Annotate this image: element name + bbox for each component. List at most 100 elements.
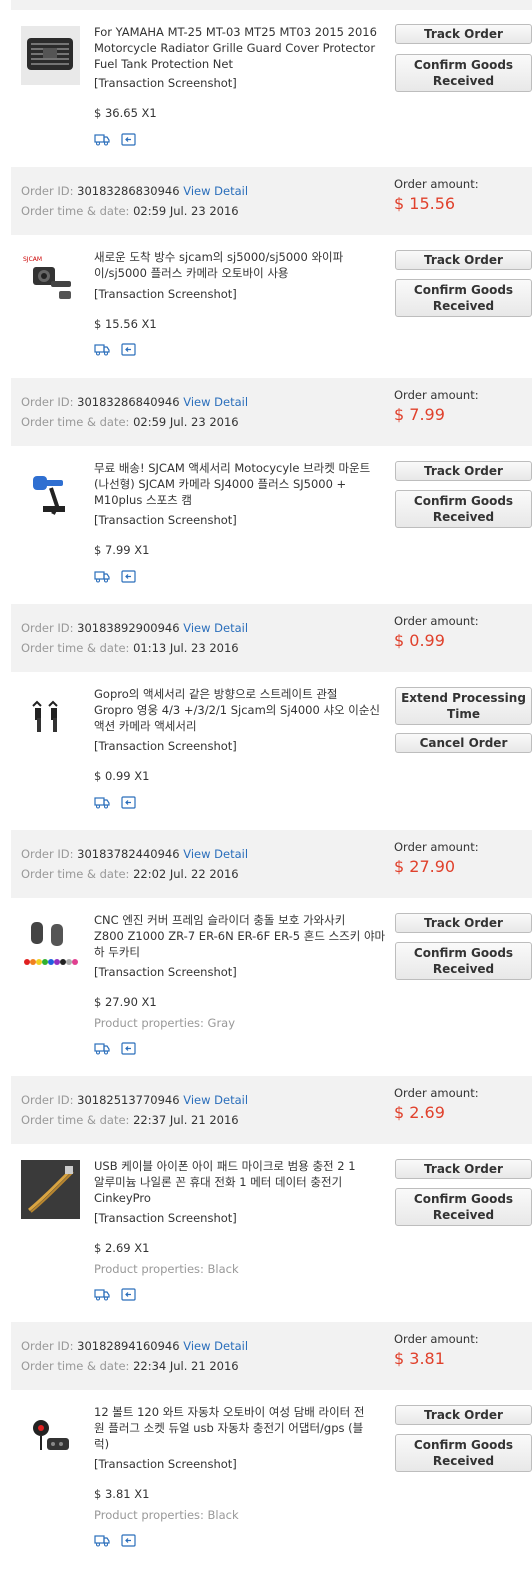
- order-time-value: 01:13 Jul. 23 2016: [133, 641, 239, 655]
- return-icon[interactable]: [121, 794, 136, 813]
- transaction-screenshot-link[interactable]: [Transaction Screenshot]: [94, 76, 237, 90]
- transaction-screenshot-link[interactable]: [Transaction Screenshot]: [94, 965, 237, 979]
- view-detail-link[interactable]: View Detail: [183, 395, 248, 409]
- view-detail-link[interactable]: View Detail: [183, 1339, 248, 1353]
- product-title[interactable]: 새로운 도착 방수 sjcam의 sj5000/sj5000 와이파 이/sj5…: [94, 249, 386, 281]
- confirm-goods-received-button[interactable]: Confirm Goods Received: [395, 54, 532, 92]
- product-title[interactable]: 무료 배송! SJCAM 액세서리 Motocycyle 브라켓 마운트 (나선…: [94, 460, 386, 508]
- track-order-button[interactable]: Track Order: [395, 1159, 532, 1179]
- return-icon[interactable]: [121, 1532, 136, 1551]
- track-order-button[interactable]: Track Order: [395, 1405, 532, 1425]
- transaction-screenshot-link[interactable]: [Transaction Screenshot]: [94, 1211, 237, 1225]
- product-title[interactable]: For YAMAHA MT-25 MT-03 MT25 MT03 2015 20…: [94, 24, 386, 72]
- order-id-line: Order ID: 30182513770946 View Detail: [21, 1093, 248, 1107]
- title-line[interactable]: CNC 엔진 커버 프레임 슬라이더 충돌 보호 가와사키: [94, 912, 386, 928]
- order-time-line: Order time & date: 22:37 Jul. 21 2016: [21, 1113, 239, 1127]
- properties-label: Product properties:: [94, 1016, 204, 1030]
- shipping-truck-icon[interactable]: [94, 794, 110, 813]
- title-line[interactable]: Gropro 영웅 4/3 +/3/2/1 Sjcam의 Sj4000 샤오 이…: [94, 702, 386, 718]
- product-thumbnail[interactable]: [21, 914, 80, 973]
- track-order-button[interactable]: Track Order: [395, 250, 532, 270]
- return-icon[interactable]: [121, 1286, 136, 1305]
- shipping-truck-icon[interactable]: [94, 341, 110, 360]
- transaction-screenshot-link[interactable]: [Transaction Screenshot]: [94, 739, 237, 753]
- product-price: $ 0.99 X1: [94, 769, 150, 783]
- product-thumbnail[interactable]: [21, 1160, 80, 1219]
- confirm-goods-received-button[interactable]: Confirm Goods Received: [395, 1434, 532, 1472]
- shipping-truck-icon[interactable]: [94, 1286, 110, 1305]
- order-amount-label: Order amount:: [394, 614, 479, 628]
- order-amount-value: $ 2.69: [394, 1103, 445, 1122]
- return-icon[interactable]: [121, 131, 136, 150]
- order-id-label: Order ID:: [21, 847, 74, 861]
- product-price: $ 3.81 X1: [94, 1487, 150, 1501]
- order-time-value: 22:34 Jul. 21 2016: [133, 1359, 239, 1373]
- confirm-goods-received-button[interactable]: Confirm Goods Received: [395, 279, 532, 317]
- confirm-goods-received-button[interactable]: Confirm Goods Received: [395, 1188, 532, 1226]
- product-thumbnail[interactable]: [21, 26, 80, 85]
- button-label: Received: [432, 962, 495, 976]
- product-title[interactable]: 12 볼트 120 와트 자동차 오토바이 여성 담배 라이터 전 원 플러그 …: [94, 1404, 386, 1452]
- order-id-value: 30182513770946: [77, 1093, 180, 1107]
- title-line[interactable]: Fuel Tank Protection Net: [94, 56, 386, 72]
- shipping-truck-icon[interactable]: [94, 1040, 110, 1059]
- product-thumbnail[interactable]: [21, 462, 80, 521]
- title-line[interactable]: 하 두카티: [94, 944, 386, 960]
- title-line[interactable]: USB 케이블 아이폰 아이 패드 마이크로 범용 충전 2 1: [94, 1158, 386, 1174]
- properties-value: Black: [207, 1508, 239, 1522]
- product-thumbnail[interactable]: SJCAM: [21, 251, 80, 310]
- extend-processing-time-button[interactable]: Extend Processing Time: [395, 687, 532, 725]
- title-line[interactable]: 이/sj5000 플러스 카메라 오토바이 사용: [94, 265, 386, 281]
- view-detail-link[interactable]: View Detail: [183, 184, 248, 198]
- title-line[interactable]: 액션 카메라 액세서리: [94, 718, 386, 734]
- title-line[interactable]: Gopro의 액세서리 같은 방향으로 스트레이트 관절: [94, 686, 386, 702]
- transaction-screenshot-link[interactable]: [Transaction Screenshot]: [94, 1457, 237, 1471]
- shipping-truck-icon[interactable]: [94, 568, 110, 587]
- title-line[interactable]: 새로운 도착 방수 sjcam의 sj5000/sj5000 와이파: [94, 249, 386, 265]
- shipping-truck-icon[interactable]: [94, 131, 110, 150]
- view-detail-link[interactable]: View Detail: [183, 1093, 248, 1107]
- title-line[interactable]: Z800 Z1000 ZR-7 ER-6N ER-6F ER-5 혼드 스즈키 …: [94, 928, 386, 944]
- title-line[interactable]: Motorcycle Radiator Grille Guard Cover P…: [94, 40, 386, 56]
- product-title[interactable]: USB 케이블 아이폰 아이 패드 마이크로 범용 충전 2 1 알루미늄 나일…: [94, 1158, 386, 1206]
- view-detail-link[interactable]: View Detail: [183, 847, 248, 861]
- return-icon[interactable]: [121, 1040, 136, 1059]
- order-header: Order ID: 30183782440946 View Detail Ord…: [11, 830, 532, 898]
- title-line[interactable]: 럭): [94, 1436, 386, 1452]
- track-order-button[interactable]: Track Order: [395, 461, 532, 481]
- confirm-goods-received-button[interactable]: Confirm Goods Received: [395, 490, 532, 528]
- title-line[interactable]: CinkeyPro: [94, 1190, 386, 1206]
- order-amount-value: $ 0.99: [394, 631, 445, 650]
- order-time-value: 02:59 Jul. 23 2016: [133, 415, 239, 429]
- order-id-label: Order ID:: [21, 1093, 74, 1107]
- product-title[interactable]: CNC 엔진 커버 프레임 슬라이더 충돌 보호 가와사키 Z800 Z1000…: [94, 912, 386, 960]
- return-icon[interactable]: [121, 341, 136, 360]
- product-thumbnail[interactable]: [21, 688, 80, 747]
- confirm-goods-received-button[interactable]: Confirm Goods Received: [395, 942, 532, 980]
- order-header: Order ID: 30183892900946 View Detail Ord…: [11, 604, 532, 672]
- transaction-screenshot-link[interactable]: [Transaction Screenshot]: [94, 287, 237, 301]
- title-line[interactable]: M10plus 스포츠 캠: [94, 492, 386, 508]
- order-id-value: 30183782440946: [77, 847, 180, 861]
- properties-label: Product properties:: [94, 1262, 204, 1276]
- transaction-screenshot-link[interactable]: [Transaction Screenshot]: [94, 513, 237, 527]
- title-line[interactable]: 알루미늄 나일론 꼰 휴대 전화 1 메터 데이터 충전기: [94, 1174, 386, 1190]
- order-id-label: Order ID:: [21, 1339, 74, 1353]
- cancel-order-button[interactable]: Cancel Order: [395, 733, 532, 753]
- track-order-button[interactable]: Track Order: [395, 24, 532, 44]
- title-line[interactable]: 원 플러그 소켓 듀얼 usb 자동차 충전기 어댑터/gps (블: [94, 1420, 386, 1436]
- product-thumbnail[interactable]: [21, 1406, 80, 1465]
- return-icon[interactable]: [121, 568, 136, 587]
- track-order-button[interactable]: Track Order: [395, 913, 532, 933]
- properties-label: Product properties:: [94, 1508, 204, 1522]
- title-line[interactable]: 무료 배송! SJCAM 액세서리 Motocycyle 브라켓 마운트: [94, 460, 386, 476]
- title-line[interactable]: 12 볼트 120 와트 자동차 오토바이 여성 담배 라이터 전: [94, 1404, 386, 1420]
- order-amount-label: Order amount:: [394, 1086, 479, 1100]
- title-line[interactable]: (나선형) SJCAM 카메라 SJ4000 플러스 SJ5000 +: [94, 476, 386, 492]
- button-label: Confirm Goods: [413, 1438, 514, 1452]
- action-icons: [94, 1040, 142, 1055]
- title-line[interactable]: For YAMAHA MT-25 MT-03 MT25 MT03 2015 20…: [94, 24, 386, 40]
- product-title[interactable]: Gopro의 액세서리 같은 방향으로 스트레이트 관절 Gropro 영웅 4…: [94, 686, 386, 734]
- view-detail-link[interactable]: View Detail: [183, 621, 248, 635]
- shipping-truck-icon[interactable]: [94, 1532, 110, 1551]
